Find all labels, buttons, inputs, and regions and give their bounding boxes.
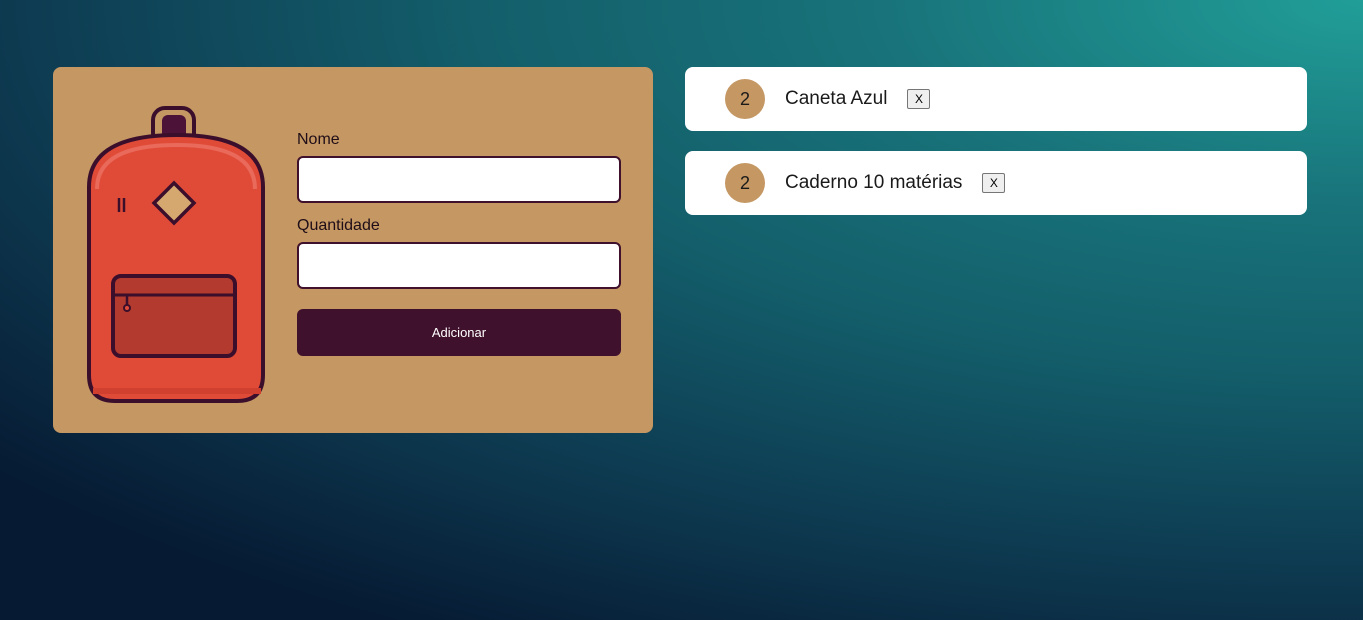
quantity-label: Quantidade (297, 217, 380, 234)
remove-button[interactable]: X (907, 89, 931, 109)
remove-button[interactable]: X (982, 173, 1006, 193)
quantity-badge: 2 (725, 79, 765, 119)
list-item: 2 Caderno 10 matérias X (685, 151, 1307, 215)
name-input[interactable] (297, 156, 621, 203)
quantity-input[interactable] (297, 242, 621, 289)
item-name: Caderno 10 matérias (785, 172, 963, 193)
add-button[interactable]: Adicionar (297, 309, 621, 356)
quantity-badge: 2 (725, 163, 765, 203)
item-name: Caneta Azul (785, 88, 888, 109)
add-item-form: Nome Quantidade Adicionar (297, 130, 621, 356)
add-item-card: Nome Quantidade Adicionar (53, 67, 653, 433)
name-label: Nome (297, 131, 340, 148)
backpack-icon (87, 106, 265, 403)
list-item: 2 Caneta Azul X (685, 67, 1307, 131)
item-list: 2 Caneta Azul X 2 Caderno 10 matérias X (685, 67, 1307, 235)
